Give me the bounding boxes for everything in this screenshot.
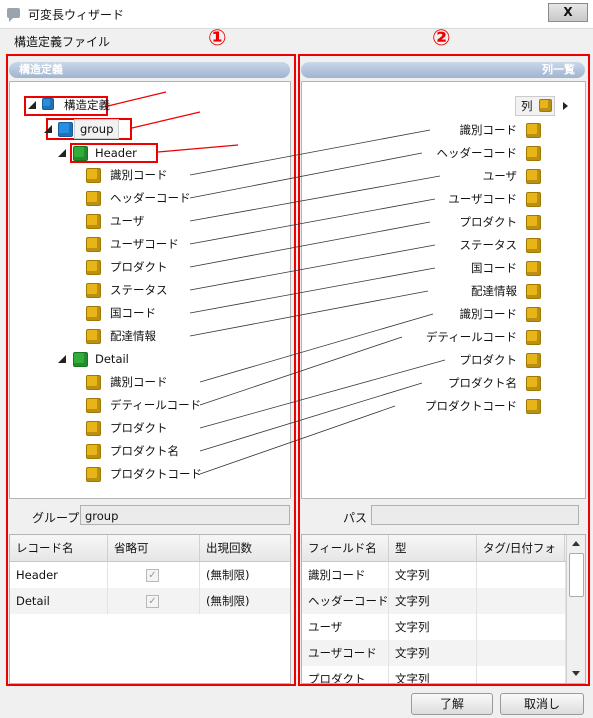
vertical-scrollbar[interactable] xyxy=(566,535,585,683)
field-tag-cell xyxy=(477,588,566,614)
field-type-cell: 文字列 xyxy=(389,588,477,614)
field-type-cell: 文字列 xyxy=(389,562,477,588)
field-type-cell: 文字列 xyxy=(389,640,477,666)
record-table: レコード名 省略可 出現回数 Header ✓ (無制限) Detail ✓ (… xyxy=(9,534,291,684)
table-row[interactable]: Detail ✓ (無制限) xyxy=(10,588,290,614)
path-field[interactable] xyxy=(371,505,579,525)
count-cell: (無制限) xyxy=(206,594,250,608)
scroll-down-icon[interactable] xyxy=(572,671,580,676)
mapping-line xyxy=(199,313,434,383)
field-name-cell: ユーザコード xyxy=(302,640,389,666)
table-row[interactable]: Header ✓ (無制限) xyxy=(10,562,290,588)
column-header[interactable]: フィールド名 xyxy=(302,535,389,561)
table-row[interactable]: ユーザ 文字列 xyxy=(302,614,566,640)
column-header[interactable]: 省略可 xyxy=(108,535,200,561)
mapping-line xyxy=(199,336,403,406)
count-cell: (無制限) xyxy=(206,568,250,582)
column-header[interactable]: 出現回数 xyxy=(200,535,290,561)
field-name-cell: 識別コード xyxy=(302,562,389,588)
omittable-cell: ✓ xyxy=(108,562,200,588)
omittable-checkbox[interactable]: ✓ xyxy=(146,569,159,582)
table-row[interactable]: ユーザコード 文字列 xyxy=(302,640,566,666)
field-type-cell: 文字列 xyxy=(389,614,477,640)
column-header[interactable]: タグ/日付フォ xyxy=(477,535,565,561)
mapping-line xyxy=(189,152,423,199)
field-name-cell: ユーザ xyxy=(302,614,389,640)
mapping-line xyxy=(189,129,431,176)
field-tag-cell xyxy=(477,614,566,640)
mapping-line xyxy=(189,290,429,337)
ok-button[interactable]: 了解 xyxy=(411,693,493,715)
field-tag-cell xyxy=(477,562,566,588)
field-tag-cell xyxy=(477,666,566,683)
cancel-button[interactable]: 取消し xyxy=(500,693,584,715)
scroll-up-icon[interactable] xyxy=(572,541,580,546)
record-table-header: レコード名 省略可 出現回数 xyxy=(10,535,290,562)
path-field-label: パス xyxy=(343,511,368,525)
mapping-line xyxy=(199,359,446,429)
table-row[interactable]: ヘッダーコード 文字列 xyxy=(302,588,566,614)
scrollbar-thumb[interactable] xyxy=(569,553,584,597)
mapping-line xyxy=(189,175,441,222)
annotation-leader-line xyxy=(107,91,167,107)
mapping-line xyxy=(189,267,436,314)
mapping-line xyxy=(189,221,431,268)
annotation-leader-line xyxy=(131,111,201,129)
field-name-cell: プロダクト xyxy=(302,666,389,683)
annotation-leader-line xyxy=(157,144,239,153)
field-table-header: フィールド名 型 タグ/日付フォ xyxy=(302,535,585,562)
mapping-line xyxy=(199,382,423,452)
field-table: フィールド名 型 タグ/日付フォ 識別コード 文字列 ヘッダーコード 文字列 ユーザ 文字… xyxy=(301,534,586,684)
column-header[interactable]: 型 xyxy=(389,535,477,561)
mapping-line xyxy=(199,405,396,475)
record-name-cell: Detail xyxy=(10,588,108,614)
column-header[interactable]: レコード名 xyxy=(10,535,108,561)
mapping-line xyxy=(189,244,436,291)
group-field[interactable]: group xyxy=(80,505,290,525)
record-name-cell: Header xyxy=(10,562,108,588)
omittable-cell: ✓ xyxy=(108,588,200,614)
field-tag-cell xyxy=(477,640,566,666)
omittable-checkbox[interactable]: ✓ xyxy=(146,595,159,608)
table-row[interactable]: 識別コード 文字列 xyxy=(302,562,566,588)
mapping-line xyxy=(189,198,436,245)
field-name-cell: ヘッダーコード xyxy=(302,588,389,614)
field-type-cell: 文字列 xyxy=(389,666,477,683)
group-field-label: グループ xyxy=(32,511,80,525)
table-row[interactable]: プロダクト 文字列 xyxy=(302,666,566,683)
